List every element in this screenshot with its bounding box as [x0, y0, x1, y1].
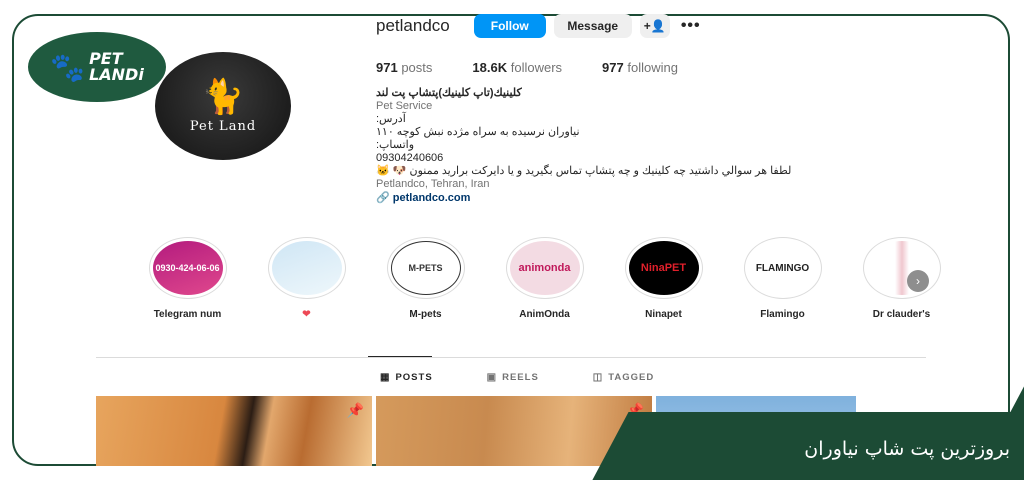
bio-link[interactable]: 🔗 petlandco.com: [376, 192, 846, 205]
highlight-item[interactable]: M-PETS M-pets: [366, 237, 485, 320]
banner-caption: بروزترین پت شاپ نیاوران: [804, 438, 1010, 460]
highlight-ninapet-cover: NinaPET: [628, 241, 699, 295]
pin-icon: 📌: [346, 402, 364, 418]
followers-stat[interactable]: 18.6K followers: [472, 60, 562, 75]
highlight-label: Telegram num: [153, 309, 222, 320]
highlight-label: AnimOnda: [519, 309, 570, 320]
message-button[interactable]: Message: [553, 14, 632, 38]
reels-icon: ▣: [486, 372, 498, 383]
highlight-label: M-pets: [409, 309, 442, 320]
tabs-divider: [96, 357, 926, 358]
highlight-item[interactable]: ❤: [247, 237, 366, 320]
bio-phone: 09304240606: [376, 152, 444, 164]
bio-category: Pet Service: [376, 100, 433, 112]
bio-address: نياوران نرسيده به سراه مژده نبش كوچه ١١٠: [376, 126, 580, 138]
cats-logo-icon: 🐈: [201, 77, 245, 116]
story-highlights: 0930-424-06-06 Telegram num ❤ M-PETS M-p…: [128, 237, 961, 320]
highlight-flamingo-cover: FLAMINGO: [747, 241, 818, 295]
highlight-mpets-cover: M-PETS: [390, 241, 461, 295]
highlight-item[interactable]: FLAMINGO Flamingo: [723, 237, 842, 320]
highlight-label: Flamingo: [760, 309, 805, 320]
highlight-item[interactable]: NinaPET Ninapet: [604, 237, 723, 320]
bio-address-label: آدرس:: [376, 113, 406, 125]
highlight-animonda-cover: animonda: [509, 241, 580, 295]
username: petlandco: [376, 16, 450, 35]
paw-icon: 🐾: [50, 51, 86, 83]
active-tab-indicator: [368, 356, 432, 357]
highlight-item[interactable]: animonda AnimOnda: [485, 237, 604, 320]
highlight-item[interactable]: Dr clauder's: [842, 237, 961, 320]
post-thumbnail[interactable]: 📌: [96, 396, 372, 466]
profile-avatar[interactable]: 🐈 Pet Land: [155, 52, 291, 160]
highlight-label: Ninapet: [645, 309, 682, 320]
following-stat[interactable]: 977 following: [602, 60, 678, 75]
bio-location[interactable]: Petlandco, Tehran, Iran: [376, 178, 846, 191]
profile-tabs: ▦ POSTS ▣ REELS ◫ TAGGED: [380, 372, 708, 383]
heart-icon: ❤: [302, 309, 311, 320]
highlight-heart-cover: [271, 241, 342, 295]
chevron-right-icon[interactable]: ›: [907, 270, 929, 292]
highlight-telegram-cover: 0930-424-06-06: [152, 241, 223, 295]
tab-tagged[interactable]: ◫ TAGGED: [593, 372, 654, 383]
profile-stats: 971 posts 18.6K followers 977 following: [376, 60, 718, 75]
more-options-icon[interactable]: •••: [678, 14, 704, 38]
tab-posts[interactable]: ▦ POSTS: [380, 372, 433, 383]
link-icon: 🔗: [376, 192, 390, 204]
bio-whatsapp-label: واتساپ:: [376, 139, 415, 151]
posts-stat: 971 posts: [376, 60, 433, 75]
highlight-item[interactable]: 0930-424-06-06 Telegram num: [128, 237, 247, 320]
profile-bio: كلينيك(تاپ كلينيك)پتشاپ پت لند Pet Servi…: [376, 87, 846, 205]
add-user-icon[interactable]: +👤: [639, 14, 670, 38]
tagged-icon: ◫: [592, 372, 604, 383]
profile-header: petlandco Follow Message +👤 •••: [376, 14, 712, 38]
follow-button[interactable]: Follow: [473, 14, 546, 38]
bio-name: كلينيك(تاپ كلينيك)پتشاپ پت لند: [376, 87, 522, 99]
tab-reels[interactable]: ▣ REELS: [487, 372, 539, 383]
avatar-label: Pet Land: [189, 118, 257, 134]
logo-text-bottom: LANDi: [89, 65, 144, 84]
brand-logo: 🐾 PET LANDi: [28, 32, 166, 102]
bio-message: لطفا هر سوالي داشتيد چه كلينيك و چه پتشا…: [376, 165, 792, 177]
grid-icon: ▦: [380, 372, 391, 383]
highlight-label: Dr clauder's: [872, 309, 931, 320]
